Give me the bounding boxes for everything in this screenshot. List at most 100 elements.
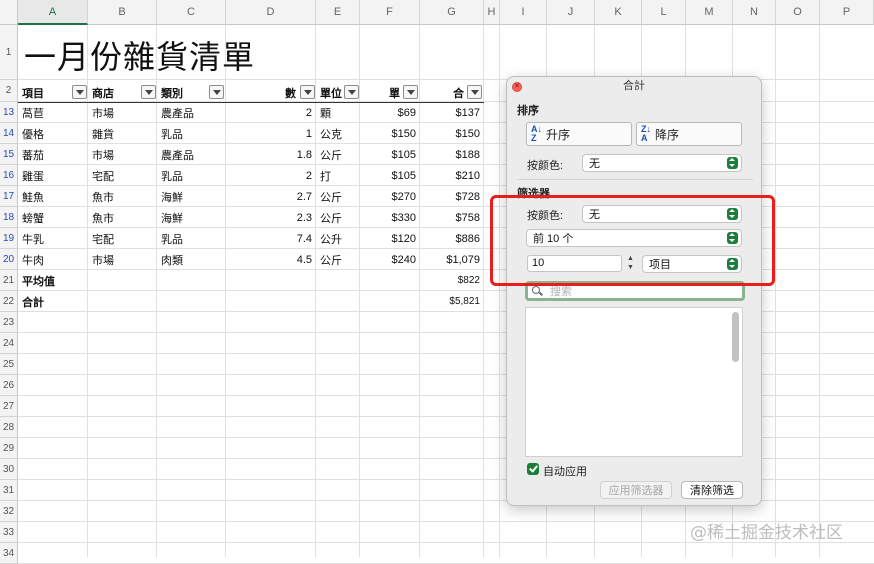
scrollbar-thumb[interactable]: [732, 312, 739, 362]
column-header-h[interactable]: H: [484, 0, 500, 25]
row-header-19[interactable]: 19: [0, 228, 18, 249]
column-header-f[interactable]: F: [360, 0, 420, 25]
cell-item[interactable]: 雞蛋: [18, 165, 88, 186]
row-header-24[interactable]: 24: [0, 333, 18, 354]
filter-dropdown-button-d[interactable]: [300, 85, 315, 99]
sort-by-color-select[interactable]: 无: [582, 154, 742, 172]
cell-item[interactable]: 鮭魚: [18, 186, 88, 207]
cell-total[interactable]: $150: [420, 123, 484, 144]
cell-total[interactable]: $758: [420, 207, 484, 228]
cell-unit[interactable]: 公斤: [316, 186, 360, 207]
clear-filter-button[interactable]: 清除筛选: [681, 481, 743, 499]
close-icon[interactable]: ✕: [512, 82, 522, 92]
apply-filter-button[interactable]: 应用筛选器: [600, 481, 672, 499]
row-header-25[interactable]: 25: [0, 354, 18, 375]
cell-price[interactable]: $120: [360, 228, 420, 249]
cell-cat[interactable]: 農產品: [157, 102, 226, 123]
row-header-27[interactable]: 27: [0, 396, 18, 417]
cell-qty[interactable]: 1.8: [226, 144, 316, 165]
sort-descending-button[interactable]: Z↓ A 降序: [636, 122, 742, 146]
column-header-a[interactable]: A: [18, 0, 88, 25]
select-all-corner[interactable]: [0, 0, 18, 25]
cell-item[interactable]: 蕃茄: [18, 144, 88, 165]
column-header-i[interactable]: I: [500, 0, 547, 25]
cell-price[interactable]: $105: [360, 144, 420, 165]
row-header-28[interactable]: 28: [0, 417, 18, 438]
filter-dropdown-button-c[interactable]: [209, 85, 224, 99]
cell-qty[interactable]: 2.3: [226, 207, 316, 228]
auto-apply-checkbox[interactable]: [527, 463, 539, 475]
cell-cat[interactable]: 乳品: [157, 123, 226, 144]
cell-unit[interactable]: 顆: [316, 102, 360, 123]
cell-total[interactable]: $728: [420, 186, 484, 207]
cell-unit[interactable]: 公斤: [316, 144, 360, 165]
summary-label[interactable]: 合計: [18, 291, 88, 312]
cell-store[interactable]: 雜貨: [88, 123, 157, 144]
row-header-31[interactable]: 31: [0, 480, 18, 501]
cell-total[interactable]: $188: [420, 144, 484, 165]
cell-total[interactable]: $137: [420, 102, 484, 123]
cell-item[interactable]: 牛乳: [18, 228, 88, 249]
row-header-18[interactable]: 18: [0, 207, 18, 228]
filter-active-icon-g[interactable]: [467, 85, 482, 99]
cell-store[interactable]: 市場: [88, 249, 157, 270]
cell-price[interactable]: $69: [360, 102, 420, 123]
row-header-33[interactable]: 33: [0, 522, 18, 543]
cell-item[interactable]: 牛肉: [18, 249, 88, 270]
column-header-n[interactable]: N: [733, 0, 776, 25]
column-header-m[interactable]: M: [686, 0, 733, 25]
summary-value[interactable]: $822: [420, 270, 484, 291]
cell-store[interactable]: 宅配: [88, 228, 157, 249]
cell-cat[interactable]: 農產品: [157, 144, 226, 165]
column-header-c[interactable]: C: [157, 0, 226, 25]
column-header-b[interactable]: B: [88, 0, 157, 25]
cell-unit[interactable]: 打: [316, 165, 360, 186]
sort-ascending-button[interactable]: A↓ Z 升序: [526, 122, 632, 146]
row-header-30[interactable]: 30: [0, 459, 18, 480]
filter-dropdown-button-f[interactable]: [403, 85, 418, 99]
row-header-26[interactable]: 26: [0, 375, 18, 396]
cell-total[interactable]: $886: [420, 228, 484, 249]
row-header-29[interactable]: 29: [0, 438, 18, 459]
header-quantity[interactable]: 數: [226, 82, 300, 103]
filter-dropdown-button-a[interactable]: [72, 85, 87, 99]
cell-cat[interactable]: 肉類: [157, 249, 226, 270]
cell-store[interactable]: 市場: [88, 102, 157, 123]
column-header-o[interactable]: O: [776, 0, 820, 25]
cell-unit[interactable]: 公斤: [316, 207, 360, 228]
cell-cat[interactable]: 海鮮: [157, 207, 226, 228]
header-price[interactable]: 單: [360, 82, 404, 103]
row-header-22[interactable]: 22: [0, 291, 18, 312]
column-header-d[interactable]: D: [226, 0, 316, 25]
column-header-e[interactable]: E: [316, 0, 360, 25]
row-header-2[interactable]: 2: [0, 80, 18, 102]
cell-price[interactable]: $330: [360, 207, 420, 228]
row-header-14[interactable]: 14: [0, 123, 18, 144]
cell-qty[interactable]: 2.7: [226, 186, 316, 207]
row-header-34[interactable]: 34: [0, 543, 18, 564]
cell-price[interactable]: $270: [360, 186, 420, 207]
column-header-g[interactable]: G: [420, 0, 484, 25]
cell-store[interactable]: 魚市: [88, 207, 157, 228]
cell-item[interactable]: 優格: [18, 123, 88, 144]
row-header-15[interactable]: 15: [0, 144, 18, 165]
cell-store[interactable]: 宅配: [88, 165, 157, 186]
header-total[interactable]: 合: [420, 82, 468, 103]
cell-total[interactable]: $1,079: [420, 249, 484, 270]
filter-values-list[interactable]: [525, 307, 743, 457]
cell-unit[interactable]: 公克: [316, 123, 360, 144]
row-header-20[interactable]: 20: [0, 249, 18, 270]
row-header-16[interactable]: 16: [0, 165, 18, 186]
row-header-17[interactable]: 17: [0, 186, 18, 207]
cell-qty[interactable]: 4.5: [226, 249, 316, 270]
row-header-23[interactable]: 23: [0, 312, 18, 333]
row-header-21[interactable]: 21: [0, 270, 18, 291]
summary-value[interactable]: $5,821: [420, 291, 484, 312]
cell-unit[interactable]: 公升: [316, 228, 360, 249]
column-header-l[interactable]: L: [642, 0, 686, 25]
row-header-32[interactable]: 32: [0, 501, 18, 522]
column-header-k[interactable]: K: [595, 0, 642, 25]
cell-qty[interactable]: 2: [226, 165, 316, 186]
cell-item[interactable]: 螃蟹: [18, 207, 88, 228]
cell-price[interactable]: $150: [360, 123, 420, 144]
